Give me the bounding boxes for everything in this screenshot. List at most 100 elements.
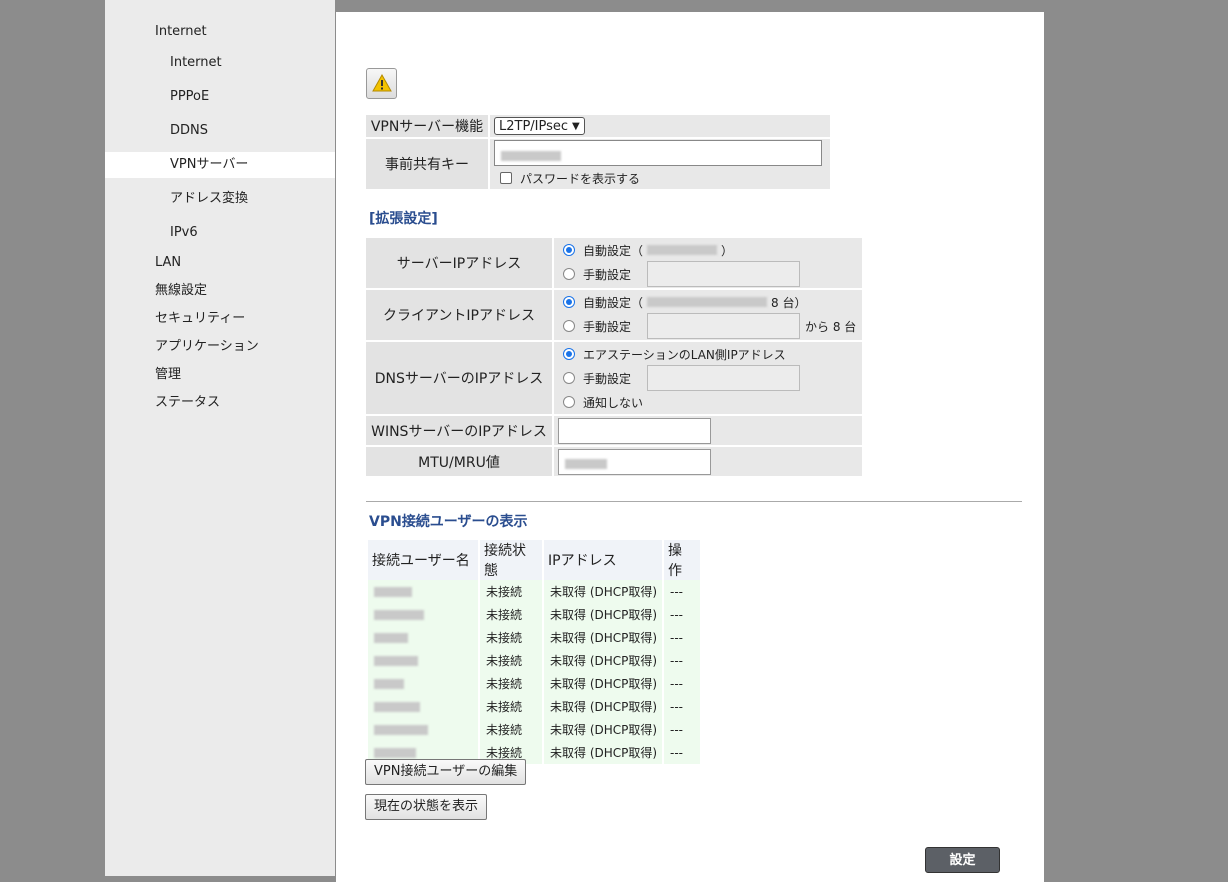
- user-ip-cell: 未取得 (DHCP取得): [544, 672, 662, 695]
- sidebar-item-pppoe[interactable]: PPPoE: [105, 84, 335, 110]
- client-ip-manual-label: 手動設定: [583, 319, 632, 334]
- submit-button[interactable]: 設定: [925, 847, 1000, 873]
- user-operation-cell: ---: [664, 649, 700, 672]
- user-ip-cell: 未取得 (DHCP取得): [544, 580, 662, 603]
- psk-label: 事前共有キー: [366, 139, 488, 189]
- psk-input[interactable]: [494, 140, 822, 166]
- sidebar-item-status[interactable]: ステータス: [105, 390, 335, 416]
- sidebar-item-vpn-server[interactable]: VPNサーバー: [105, 152, 335, 178]
- client-ip-auto-value: [647, 297, 768, 307]
- show-password-label: パスワードを表示する: [520, 171, 641, 186]
- vpn-function-select[interactable]: L2TP/IPsec ▼: [494, 117, 585, 135]
- edit-vpn-users-button[interactable]: VPN接続ユーザーの編集: [365, 759, 527, 785]
- client-ip-manual-suffix: から 8 台: [805, 319, 857, 334]
- sidebar-item-internet[interactable]: Internet: [105, 19, 335, 45]
- table-row: 未接続 未取得 (DHCP取得) ---: [368, 626, 700, 649]
- sidebar-item-admin[interactable]: 管理: [105, 362, 335, 388]
- user-status-cell: 未接続: [480, 695, 542, 718]
- table-row: 未接続 未取得 (DHCP取得) ---: [368, 672, 700, 695]
- user-status-cell: 未接続: [480, 718, 542, 741]
- user-name-cell: [368, 626, 478, 649]
- mtu-mru-value: [565, 459, 607, 469]
- client-ip-manual-input[interactable]: [647, 313, 800, 339]
- user-ip-cell: 未取得 (DHCP取得): [544, 718, 662, 741]
- user-status-cell: 未接続: [480, 649, 542, 672]
- dns-manual-input[interactable]: [647, 365, 800, 391]
- sidebar-item-security[interactable]: セキュリティー: [105, 306, 335, 332]
- user-ip-cell: 未取得 (DHCP取得): [544, 695, 662, 718]
- sidebar-item-address-translation[interactable]: アドレス変換: [105, 186, 335, 212]
- user-operation-cell: ---: [664, 580, 700, 603]
- dns-airstation-radio[interactable]: [563, 348, 575, 360]
- user-name-cell: [368, 672, 478, 695]
- col-user-name: 接続ユーザー名: [368, 540, 478, 580]
- client-ip-label: クライアントIPアドレス: [366, 290, 552, 340]
- user-status-cell: 未接続: [480, 603, 542, 626]
- section-divider: [366, 501, 1022, 502]
- wins-ip-input[interactable]: [558, 417, 711, 444]
- col-operation: 操作: [664, 540, 700, 580]
- server-ip-manual-input[interactable]: [647, 261, 800, 287]
- user-ip-cell: 未取得 (DHCP取得): [544, 603, 662, 626]
- dns-airstation-label: エアステーションのLAN側IPアドレス: [583, 347, 786, 362]
- extended-settings-table: サーバーIPアドレス 自動設定（ ） 手動設定 クライアントIPアドレス 自動設…: [364, 236, 864, 478]
- main-panel: VPNサーバー機能 L2TP/IPsec ▼ 事前共有キー パスワードを表示する: [336, 12, 1044, 882]
- dns-ip-label: DNSサーバーのIPアドレス: [366, 342, 552, 414]
- show-current-status-button[interactable]: 現在の状態を表示: [365, 794, 488, 820]
- user-ip-cell: 未取得 (DHCP取得): [544, 649, 662, 672]
- sidebar-item-wireless[interactable]: 無線設定: [105, 278, 335, 304]
- user-operation-cell: ---: [664, 626, 700, 649]
- user-name-cell: [368, 603, 478, 626]
- user-name-cell: [368, 718, 478, 741]
- client-ip-auto-count: 8 台）: [771, 295, 807, 310]
- sidebar-nav: Internet Internet PPPoE DDNS VPNサーバー アドレ…: [105, 0, 335, 876]
- client-ip-auto-radio[interactable]: [563, 296, 575, 308]
- mtu-mru-input[interactable]: [558, 448, 711, 475]
- user-ip-cell: 未取得 (DHCP取得): [544, 626, 662, 649]
- sidebar-item-ddns[interactable]: DDNS: [105, 118, 335, 144]
- sidebar-item-ipv6[interactable]: IPv6: [105, 220, 335, 246]
- server-ip-label: サーバーIPアドレス: [366, 238, 552, 288]
- dns-none-label: 通知しない: [583, 395, 644, 410]
- client-ip-manual-radio[interactable]: [563, 320, 575, 332]
- dns-none-radio[interactable]: [563, 396, 575, 408]
- user-status-cell: 未接続: [480, 626, 542, 649]
- table-row: 未接続 未取得 (DHCP取得) ---: [368, 649, 700, 672]
- show-password-checkbox[interactable]: [500, 172, 512, 184]
- psk-masked-value: [501, 150, 561, 161]
- user-operation-cell: ---: [664, 718, 700, 741]
- col-status: 接続状態: [480, 540, 542, 580]
- client-ip-auto-label: 自動設定（: [583, 295, 644, 310]
- user-status-cell: 未接続: [480, 580, 542, 603]
- user-name-cell: [368, 695, 478, 718]
- dns-manual-radio[interactable]: [563, 372, 575, 384]
- col-ip-address: IPアドレス: [544, 540, 662, 580]
- server-ip-auto-label: 自動設定（: [583, 243, 644, 258]
- user-name-cell: [368, 580, 478, 603]
- user-name-cell: [368, 649, 478, 672]
- user-operation-cell: ---: [664, 695, 700, 718]
- table-row: 未接続 未取得 (DHCP取得) ---: [368, 695, 700, 718]
- dns-manual-label: 手動設定: [583, 371, 632, 386]
- vpn-function-label: VPNサーバー機能: [366, 115, 488, 137]
- table-row: 未接続 未取得 (DHCP取得) ---: [368, 580, 700, 603]
- sidebar-item-internet-sub[interactable]: Internet: [105, 50, 335, 76]
- wins-ip-label: WINSサーバーのIPアドレス: [366, 416, 552, 445]
- server-ip-auto-value: [647, 245, 718, 255]
- server-ip-auto-close: ）: [721, 243, 734, 258]
- server-ip-auto-radio[interactable]: [563, 244, 575, 256]
- user-operation-cell: ---: [664, 603, 700, 626]
- sidebar-item-lan[interactable]: LAN: [105, 250, 335, 276]
- sidebar-item-application[interactable]: アプリケーション: [105, 334, 335, 360]
- vpn-users-table: 接続ユーザー名 接続状態 IPアドレス 操作 未接続 未取得 (DHCP取得) --…: [366, 540, 702, 764]
- user-ip-cell: 未取得 (DHCP取得): [544, 741, 662, 764]
- mtu-mru-label: MTU/MRU値: [366, 447, 552, 476]
- extended-settings-heading: [拡張設定]: [369, 211, 438, 227]
- user-operation-cell: ---: [664, 741, 700, 764]
- user-status-cell: 未接続: [480, 672, 542, 695]
- table-row: 未接続 未取得 (DHCP取得) ---: [368, 603, 700, 626]
- warning-button[interactable]: [366, 68, 397, 99]
- server-ip-manual-radio[interactable]: [563, 268, 575, 280]
- user-operation-cell: ---: [664, 672, 700, 695]
- vpn-function-select-value: L2TP/IPsec: [499, 118, 569, 134]
